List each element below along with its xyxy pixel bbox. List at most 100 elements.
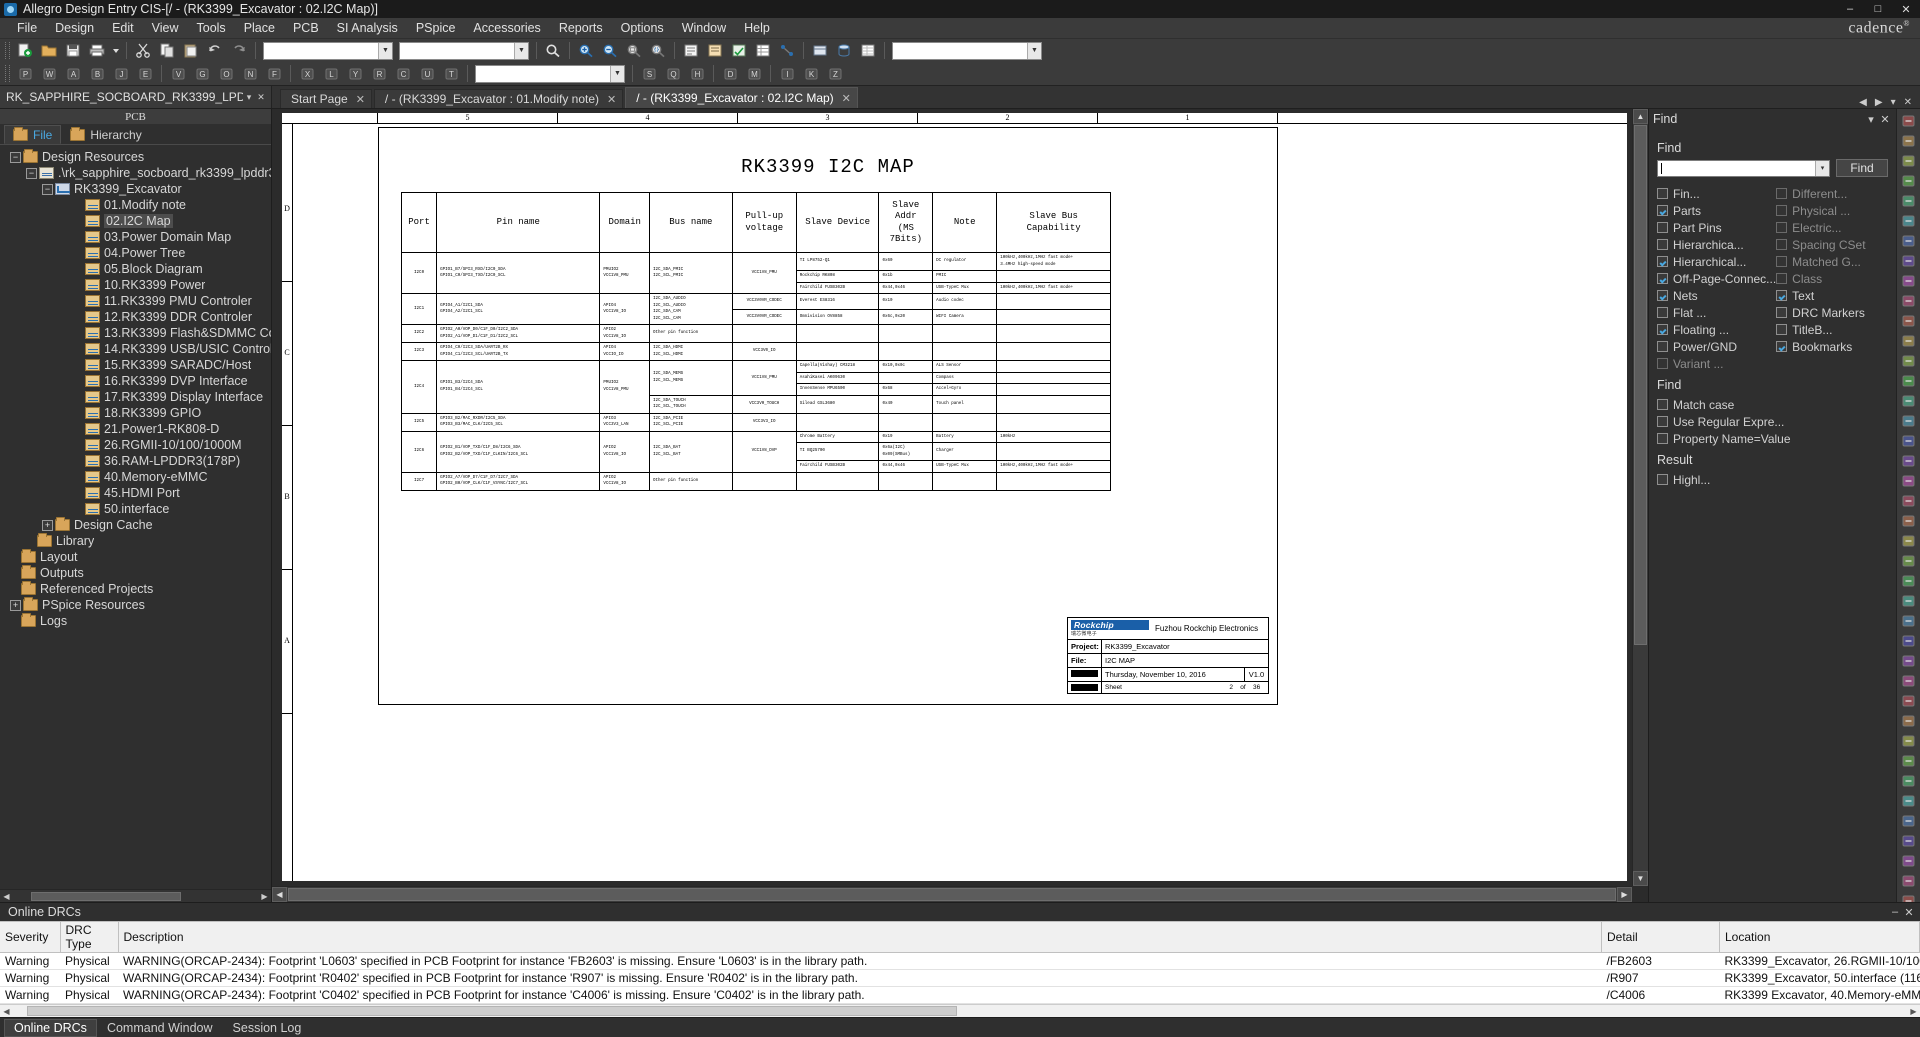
- place-net-alias-icon[interactable]: [1899, 211, 1919, 230]
- drc-col-severity[interactable]: Severity: [0, 921, 61, 953]
- database-icon[interactable]: [833, 40, 855, 61]
- place-pin-icon[interactable]: [1899, 351, 1919, 370]
- tree-item-referenced-projects[interactable]: Referenced Projects: [4, 581, 271, 597]
- refresh-icon[interactable]: [1899, 891, 1919, 902]
- editor-tab-0[interactable]: Start Page ✕: [280, 89, 372, 108]
- tree-item-outputs[interactable]: Outputs: [4, 565, 271, 581]
- close-icon[interactable]: ✕: [356, 93, 365, 106]
- find-filter-fin-[interactable]: Fin...: [1657, 185, 1776, 202]
- drc-col-location[interactable]: Location: [1719, 921, 1920, 953]
- tree-item-rk3399-excavator[interactable]: − RK3399_Excavator: [4, 181, 271, 197]
- find-filter-electric-[interactable]: Electric...: [1776, 219, 1888, 236]
- design-rules-icon[interactable]: [728, 40, 750, 61]
- place-rect-icon[interactable]: R: [368, 63, 390, 84]
- tree-expander[interactable]: +: [10, 599, 21, 611]
- tree-item-50-interface[interactable]: 50.interface: [4, 501, 271, 517]
- find-filter-titleb-[interactable]: TitleB...: [1776, 321, 1888, 338]
- menu-item-reports[interactable]: Reports: [550, 19, 612, 37]
- place-nc-icon[interactable]: [1899, 391, 1919, 410]
- place-text-icon[interactable]: [1899, 511, 1919, 530]
- project-tab-file[interactable]: File: [4, 125, 62, 144]
- menu-item-window[interactable]: Window: [673, 19, 735, 37]
- tab-close-icon[interactable]: ✕: [1900, 97, 1916, 108]
- menu-item-accessories[interactable]: Accessories: [464, 19, 549, 37]
- place-junction-icon[interactable]: [1899, 251, 1919, 270]
- find-filter-hierarchica-[interactable]: Hierarchica...: [1657, 236, 1776, 253]
- variant-combo[interactable]: ▼: [399, 41, 529, 60]
- save-icon[interactable]: [62, 40, 84, 61]
- settings-icon[interactable]: [1899, 811, 1919, 830]
- tree-item-logs[interactable]: Logs: [4, 613, 271, 629]
- tree-item-16-rk3399-dvp-interface[interactable]: 16.RK3399 DVP Interface: [4, 373, 271, 389]
- export-icon[interactable]: [1899, 831, 1919, 850]
- tree-item-pspice-resources[interactable]: + PSpice Resources: [4, 597, 271, 613]
- zoom-region-icon[interactable]: [647, 40, 669, 61]
- place-polyline-icon[interactable]: [1899, 431, 1919, 450]
- scroll-left-icon[interactable]: ◀: [272, 887, 287, 902]
- tree-item-18-rk3399-gpio[interactable]: 18.RK3399 GPIO: [4, 405, 271, 421]
- annotate-run-icon[interactable]: M: [743, 63, 765, 84]
- bookmark-icon[interactable]: [1899, 711, 1919, 730]
- checkbox[interactable]: [1657, 205, 1668, 216]
- tree-item-36-ram-lpddr3-178p-[interactable]: 36.RAM-LPDDR3(178P): [4, 453, 271, 469]
- note-icon[interactable]: [1899, 751, 1919, 770]
- close-icon[interactable]: ✕: [255, 92, 267, 103]
- pan-icon[interactable]: H: [686, 63, 708, 84]
- place-offpage-icon[interactable]: F: [263, 63, 285, 84]
- chevron-down-icon[interactable]: ▼: [1027, 42, 1041, 59]
- toolbar-grip[interactable]: [5, 65, 10, 82]
- place-net-alias-icon[interactable]: A: [62, 63, 84, 84]
- close-icon[interactable]: ✕: [842, 92, 851, 105]
- editor-tab-2[interactable]: / - (RK3399_Excavator : 02.I2C Map) ✕: [625, 87, 858, 108]
- hscroll-thumb[interactable]: [288, 888, 1616, 901]
- place-power-icon[interactable]: [1899, 291, 1919, 310]
- checkbox[interactable]: [1657, 273, 1668, 284]
- project-tree[interactable]: − Design Resources − .\rk_sapphire_socboard…: [0, 145, 271, 889]
- measure-icon[interactable]: [1899, 731, 1919, 750]
- checkbox[interactable]: [1657, 239, 1668, 250]
- result-option-highl-[interactable]: Highl...: [1657, 471, 1888, 488]
- tree-item-design-resources[interactable]: − Design Resources: [4, 149, 271, 165]
- checkbox[interactable]: [1657, 474, 1668, 485]
- tree-item-13-rk3399-flash-sdmmc-controler[interactable]: 13.RK3399 Flash&SDMMC Controler: [4, 325, 271, 341]
- checkbox[interactable]: [1776, 188, 1788, 199]
- cis-explore-icon[interactable]: Z: [824, 63, 846, 84]
- zoom-tool-icon[interactable]: Q: [662, 63, 684, 84]
- checkbox[interactable]: [1776, 307, 1788, 318]
- table-icon[interactable]: [857, 40, 879, 61]
- checkbox[interactable]: [1776, 341, 1788, 352]
- place-bus-icon[interactable]: B: [86, 63, 108, 84]
- chevron-down-icon[interactable]: ▼: [514, 42, 528, 59]
- zoom-fit-icon[interactable]: [1899, 591, 1919, 610]
- checkbox[interactable]: [1657, 416, 1668, 427]
- place-rect-icon[interactable]: [1899, 451, 1919, 470]
- bottom-tab-online-drcs[interactable]: Online DRCs: [4, 1018, 97, 1037]
- zoom-out-icon[interactable]: [1899, 571, 1919, 590]
- find-filter-part-pins[interactable]: Part Pins: [1657, 219, 1776, 236]
- scroll-down-icon[interactable]: ▼: [1633, 871, 1648, 886]
- open-folder-icon[interactable]: [38, 40, 60, 61]
- tree-item-10-rk3399-power[interactable]: 10.RK3399 Power: [4, 277, 271, 293]
- editor-tab-1[interactable]: / - (RK3399_Excavator : 01.Modify note) ✕: [373, 89, 624, 108]
- select-icon[interactable]: S: [638, 63, 660, 84]
- chevron-down-icon[interactable]: ▼: [610, 65, 624, 82]
- import-icon[interactable]: [1899, 851, 1919, 870]
- schematic-canvas[interactable]: 54321 DCBA RK3399 I2C MAP Port Pin name Do…: [272, 109, 1648, 902]
- tree-item-design-cache[interactable]: + Design Cache: [4, 517, 271, 533]
- find-filter-variant-[interactable]: Variant ...: [1657, 355, 1776, 372]
- scroll-up-icon[interactable]: ▲: [1633, 109, 1648, 124]
- place-bus-icon[interactable]: [1899, 231, 1919, 250]
- tree-item-library[interactable]: Library: [4, 533, 271, 549]
- undo-icon[interactable]: [204, 40, 226, 61]
- page-combo[interactable]: ▼: [475, 64, 625, 83]
- place-port-icon[interactable]: [1899, 331, 1919, 350]
- drc-table-wrapper[interactable]: Severity DRC Type Description Detail Locatio…: [0, 921, 1920, 1004]
- tree-item-05-block-diagram[interactable]: 05.Block Diagram: [4, 261, 271, 277]
- close-icon[interactable]: ✕: [607, 93, 616, 106]
- bottom-tab-command-window[interactable]: Command Window: [97, 1019, 223, 1037]
- checkbox[interactable]: [1776, 324, 1788, 335]
- tree-item-11-rk3399-pmu-controler[interactable]: 11.RK3399 PMU Controler: [4, 293, 271, 309]
- checkbox[interactable]: [1657, 341, 1668, 352]
- drc-row[interactable]: Warning Physical WARNING(ORCAP-2434): Foot…: [0, 969, 1920, 987]
- checkbox[interactable]: [1657, 399, 1668, 410]
